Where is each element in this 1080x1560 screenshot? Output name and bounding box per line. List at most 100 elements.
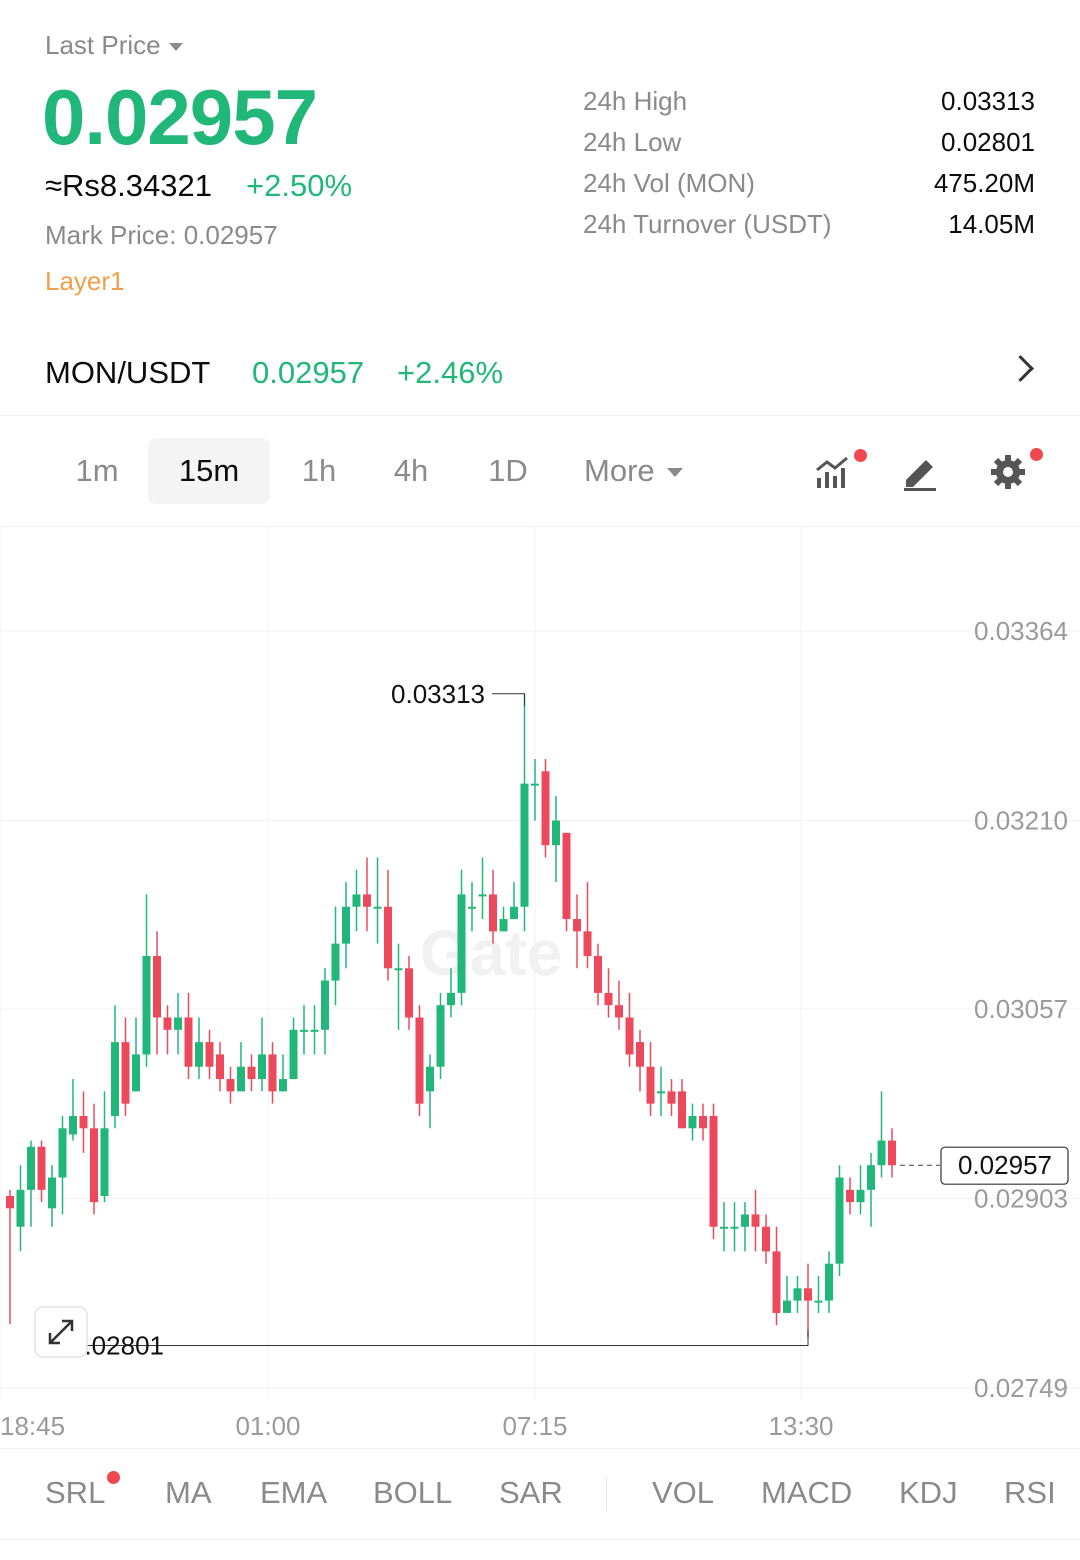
tab-more-label: More (584, 453, 655, 488)
candle-body (436, 1005, 445, 1067)
candle-body (415, 1017, 424, 1104)
candle-body (625, 1017, 634, 1055)
chevron-right-icon[interactable] (1007, 355, 1034, 382)
last-price-label: Last Price (45, 30, 161, 60)
sector-tag[interactable]: Layer1 (45, 266, 125, 297)
candle-body (163, 1017, 172, 1030)
y-tick-label: 0.03364 (974, 616, 1068, 646)
indicator-macd[interactable]: MACD (761, 1475, 852, 1511)
high-marker-line (492, 693, 525, 706)
y-tick-label: 0.03210 (974, 806, 1068, 836)
candle-body (226, 1079, 235, 1092)
candle-body (877, 1140, 886, 1166)
candle-body (709, 1115, 718, 1227)
candle-body (573, 919, 581, 932)
fiat-price: ≈Rs8.34321 (45, 168, 212, 203)
indicator-ema[interactable]: EMA (260, 1475, 327, 1511)
candle-body (657, 1091, 665, 1094)
candle-body (741, 1214, 749, 1227)
candle-body (258, 1054, 266, 1080)
candle-body (90, 1128, 98, 1203)
divider (606, 1477, 607, 1511)
candle-body (499, 919, 508, 932)
mark-price: Mark Price: 0.02957 (45, 220, 278, 251)
candlestick-chart[interactable]: Gate 0.03364 0.03210 0.03057 0.02903 0.02749… (0, 527, 1080, 1447)
candle-body (447, 992, 455, 1006)
candle-body (478, 894, 487, 897)
candle-body (762, 1226, 770, 1252)
candle-body (489, 894, 497, 932)
tab-more[interactable]: More (584, 438, 704, 504)
stat-label-turnover: 24h Turnover (USDT) (583, 209, 832, 239)
candle-body (646, 1066, 655, 1104)
candle-body (531, 783, 539, 786)
stat-value-turnover: 14.05M (948, 209, 1035, 239)
candle-body (552, 820, 560, 846)
candle-body (321, 980, 329, 1030)
candle-body (174, 1017, 182, 1030)
candle-body (184, 1017, 193, 1067)
candle-body (216, 1054, 224, 1080)
pair-row[interactable]: MON/USDT 0.02957 +2.46% (0, 335, 1080, 416)
stat-value-volume: 475.20M (933, 168, 1035, 198)
stat-label-volume: 24h Vol (MON) (583, 168, 755, 198)
notification-dot (107, 1471, 120, 1484)
indicator-ma[interactable]: MA (165, 1475, 212, 1511)
candle-body (69, 1115, 77, 1135)
stat-label-high: 24h High (583, 86, 688, 116)
last-price: 0.02957 (42, 73, 318, 161)
x-tick-label: 13:30 (768, 1411, 833, 1441)
last-price-tag: 0.02957 (958, 1150, 1052, 1180)
stat-value-high: 0.03313 (941, 86, 1035, 116)
tab-1d[interactable]: 1D (474, 438, 542, 504)
candle-body (604, 992, 613, 1006)
price-change-percent: +2.50% (246, 168, 353, 203)
caret-down-icon (168, 42, 183, 51)
indicator-rsi[interactable]: RSI (1004, 1475, 1054, 1511)
candle-body (615, 1005, 623, 1018)
candle-body (205, 1042, 214, 1067)
pair-price: 0.02957 (252, 355, 365, 390)
gear-icon[interactable] (988, 448, 1043, 492)
indicator-srl[interactable]: SRL (45, 1471, 120, 1511)
candle-body (426, 1066, 434, 1092)
candle-body (394, 968, 403, 971)
candle-body (751, 1214, 760, 1227)
candle-body (58, 1128, 67, 1178)
candle-body (520, 783, 529, 907)
low-marker-line (64, 1329, 809, 1347)
indicator-boll[interactable]: BOLL (373, 1475, 452, 1511)
stat-label-low: 24h Low (583, 127, 682, 157)
candle-body (268, 1054, 277, 1092)
candle-body (541, 771, 550, 846)
candle-body (730, 1226, 739, 1229)
indicator-kdj[interactable]: KDJ (899, 1475, 958, 1511)
x-tick-label: 18:45 (0, 1411, 65, 1441)
interval-tabs: 1m 15m 1h 4h 1D More (0, 416, 1080, 527)
mark-price-label: Mark Price: (45, 220, 177, 250)
candle-body (804, 1288, 812, 1301)
pencil-icon[interactable] (900, 452, 940, 492)
candle-body (16, 1189, 25, 1227)
candle-body (48, 1177, 56, 1209)
candle-body (772, 1251, 781, 1313)
tab-1h[interactable]: 1h (288, 438, 350, 504)
candle-body (352, 894, 361, 907)
candle-body (37, 1146, 46, 1190)
pair-name: MON/USDT (45, 355, 211, 390)
indicator-chart-icon[interactable] (814, 449, 867, 492)
notification-dot (1030, 448, 1043, 461)
candle-body (6, 1195, 14, 1209)
indicator-sar[interactable]: SAR (499, 1475, 563, 1511)
indicator-label: SRL (45, 1475, 106, 1510)
candle-body (888, 1140, 896, 1166)
candle-body (142, 955, 151, 1055)
candle-body (699, 1115, 707, 1129)
indicator-vol[interactable]: VOL (652, 1475, 714, 1511)
tab-1m[interactable]: 1m (62, 438, 132, 504)
tab-4h[interactable]: 4h (380, 438, 442, 504)
last-price-dropdown[interactable]: Last Price (45, 30, 183, 61)
caret-down-icon (666, 468, 683, 478)
candle-body (468, 906, 476, 909)
tab-15m[interactable]: 15m (148, 438, 270, 504)
